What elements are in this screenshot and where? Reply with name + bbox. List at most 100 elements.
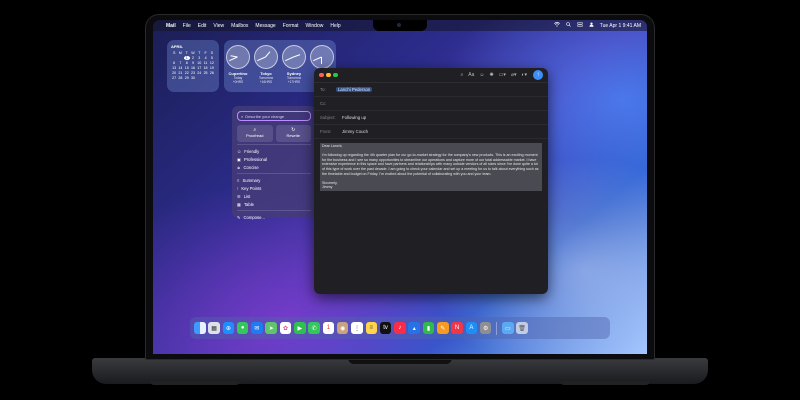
user-icon[interactable] <box>589 22 594 29</box>
clock-face <box>282 45 306 69</box>
calendar-day[interactable]: 19 <box>209 66 215 70</box>
emoji-icon[interactable]: ☺ <box>479 72 484 78</box>
attachment-icon[interactable]: ⌀▾ <box>511 72 517 78</box>
clock-sydney: Sydney Tomorrow +17HRS <box>282 45 307 92</box>
pages-icon[interactable]: ✎ <box>437 322 449 334</box>
phone-icon[interactable]: ✆ <box>308 322 320 334</box>
maps-icon[interactable]: ➤ <box>265 322 277 334</box>
mail-icon[interactable]: ✉ <box>251 322 263 334</box>
menu-format[interactable]: Format <box>283 23 299 29</box>
keynote-icon[interactable]: ▴ <box>408 322 420 334</box>
messages-icon[interactable]: ● <box>236 322 249 334</box>
describe-change-input[interactable]: ⌕ Describe your change <box>237 111 311 121</box>
clock-tokyo: Tokyo Tomorrow +16HRS <box>254 45 279 92</box>
photos-icon[interactable]: ✿ <box>279 322 292 334</box>
rewrite-button[interactable]: ↻ Rewrite <box>275 125 311 142</box>
reminders-icon[interactable]: ⋮ <box>351 322 363 334</box>
desktop: Mail File Edit View Mailbox Message Form… <box>153 20 647 354</box>
proofread-button[interactable]: ⌕ Proofread <box>237 125 273 142</box>
format-summary[interactable]: ≡ Summary <box>237 176 311 184</box>
calendar-day[interactable]: 5 <box>209 56 215 60</box>
calendar-icon[interactable]: 1 <box>322 322 335 334</box>
table-icon: ▦ <box>237 201 241 207</box>
control-center-icon[interactable] <box>576 22 583 29</box>
to-label: To: <box>320 87 326 92</box>
format-options-icon[interactable]: ◐▾ <box>521 72 527 78</box>
news-icon[interactable]: N <box>451 322 463 334</box>
compose-pencil-icon: ✎ <box>237 214 241 220</box>
mail-compose-window: ⌕ Aa ☺ ✺ ▭▾ ⌀▾ ◐▾ ↑ To: Lanchi Pederson … <box>314 68 548 294</box>
from-field[interactable]: From: Jimmy Couch <box>314 125 548 139</box>
tone-label: Friendly <box>244 148 260 154</box>
recipient-token[interactable]: Lanchi Pederson <box>336 87 373 92</box>
tone-friendly[interactable]: ☺ Friendly <box>237 147 311 155</box>
contacts-icon[interactable]: ◉ <box>336 322 349 334</box>
cc-label: Cc: <box>320 101 327 106</box>
menu-edit[interactable]: Edit <box>198 23 207 29</box>
close-button[interactable] <box>319 72 324 78</box>
clock-offset: +0HRS <box>232 80 244 84</box>
safari-icon[interactable]: ⊕ <box>222 322 235 334</box>
font-icon[interactable]: Aa <box>468 72 474 78</box>
smile-icon: ☺ <box>237 148 242 154</box>
minimize-button[interactable] <box>326 72 331 78</box>
notes-icon[interactable]: ≡ <box>365 322 378 334</box>
menu-mailbox[interactable]: Mailbox <box>231 23 248 29</box>
selected-text[interactable]: Dear Lanchi, I'm following up regarding … <box>320 143 542 191</box>
concise-icon: ≑ <box>237 164 241 170</box>
facetime-icon[interactable]: ▶ <box>294 322 306 334</box>
clock-face <box>310 45 334 69</box>
to-field[interactable]: To: Lanchi Pederson <box>314 83 548 97</box>
list-icon: ☰ <box>237 193 241 199</box>
clock-face <box>254 45 278 69</box>
music-icon[interactable]: ♪ <box>394 322 406 334</box>
compose-toolbar: ⌕ Aa ☺ ✺ ▭▾ ⌀▾ ◐▾ ↑ <box>314 68 548 83</box>
tone-concise[interactable]: ≑ Concise <box>237 163 311 171</box>
message-body[interactable]: Dear Lanchi, I'm following up regarding … <box>314 139 548 195</box>
calendar-widget[interactable]: APRIL S M T W T F S 1 2 3 4 5 6 7 8 9 10 11 12 13 14 15 16 17 18… <box>167 40 219 92</box>
clock-offset: +16HRS <box>259 80 273 84</box>
numbers-icon[interactable]: ▮ <box>422 322 435 334</box>
calendar-day[interactable] <box>177 56 183 60</box>
format-label: Key Points <box>241 185 262 191</box>
calendar-day[interactable]: 12 <box>209 61 215 65</box>
send-button[interactable]: ↑ <box>533 70 543 80</box>
subject-field[interactable]: Subject: Following up <box>314 111 548 125</box>
zoom-button[interactable] <box>333 72 338 78</box>
format-label: Summary <box>242 177 261 183</box>
format-table[interactable]: ▦ Table <box>237 200 311 208</box>
system-settings-icon[interactable]: ⚙ <box>479 322 492 334</box>
format-list[interactable]: ☰ List <box>237 192 311 200</box>
calendar-day[interactable]: 26 <box>209 71 215 75</box>
search-icon[interactable] <box>565 22 571 29</box>
dock-separator <box>496 321 498 335</box>
menu-app-name[interactable]: Mail <box>166 23 176 29</box>
downloads-folder-icon[interactable]: ▭ <box>502 322 514 334</box>
divider <box>237 144 311 145</box>
menu-message[interactable]: Message <box>255 23 275 29</box>
menu-view[interactable]: View <box>213 23 224 29</box>
menu-file[interactable]: File <box>183 23 191 29</box>
writing-tools-icon[interactable]: ✺ <box>490 72 494 78</box>
trash-icon[interactable]: 🗑 <box>516 322 528 334</box>
launchpad-icon[interactable]: ▦ <box>208 322 220 334</box>
menu-window[interactable]: Window <box>306 23 324 29</box>
wifi-icon[interactable] <box>553 22 560 29</box>
menu-datetime[interactable]: Tue Apr 1 9:41 AM <box>600 23 641 29</box>
laptop-foot-left <box>150 381 240 385</box>
compose-button[interactable]: ✎ Compose... <box>237 213 311 221</box>
clock-offset: +17HRS <box>287 80 301 84</box>
tv-icon[interactable]: tv <box>379 322 392 334</box>
menu-help[interactable]: Help <box>330 23 340 29</box>
format-key-points[interactable]: ⁝ Key Points <box>237 184 311 192</box>
format-label: List <box>243 193 251 199</box>
search-icon[interactable]: ⌕ <box>460 72 463 78</box>
dock: ▦ ⊕ ● ✉ ➤ ✿ ▶ ✆ 1 ◉ ⋮ ≡ tv ♪ ▴ ▮ ✎ N A ⚙… <box>190 317 610 339</box>
photo-browser-icon[interactable]: ▭▾ <box>499 72 506 78</box>
tone-professional[interactable]: ▣ Professional <box>237 155 311 163</box>
greeting: Dear Lanchi, <box>322 144 343 148</box>
calendar-day[interactable] <box>209 76 215 80</box>
app-store-icon[interactable]: A <box>465 322 478 334</box>
cc-field[interactable]: Cc: <box>314 97 548 111</box>
finder-icon[interactable] <box>194 322 206 334</box>
